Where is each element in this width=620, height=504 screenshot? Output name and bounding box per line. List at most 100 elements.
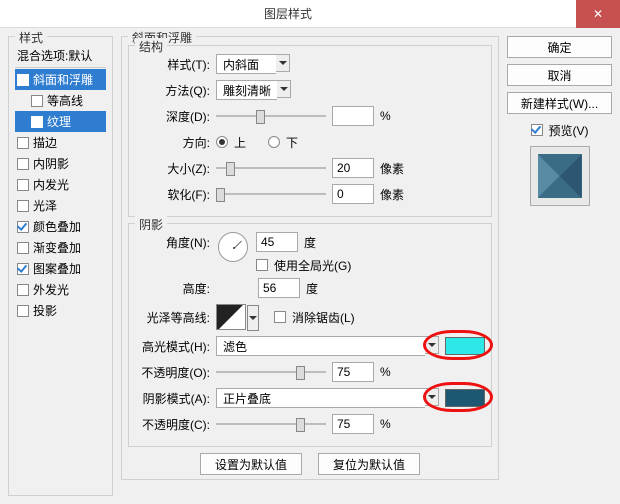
angle-unit: 度: [304, 234, 316, 251]
style-checkbox[interactable]: [17, 284, 29, 296]
new-style-button[interactable]: 新建样式(W)...: [507, 92, 612, 114]
direction-down-label: 下: [286, 134, 298, 151]
direction-row: 方向: 上 下: [135, 132, 485, 152]
global-light-label: 使用全局光(G): [274, 257, 351, 274]
chevron-down-icon: [425, 388, 439, 406]
size-input[interactable]: [332, 158, 374, 178]
style-select[interactable]: 内斜面: [216, 54, 290, 74]
soften-slider[interactable]: [216, 186, 326, 202]
style-item-2[interactable]: 纹理: [15, 111, 106, 132]
highlight-opacity-input[interactable]: [332, 362, 374, 382]
technique-select[interactable]: 雕刻清晰: [216, 80, 291, 100]
technique-label: 方法(Q):: [135, 82, 210, 99]
close-button[interactable]: ✕: [576, 0, 620, 28]
soften-input[interactable]: [332, 184, 374, 204]
style-checkbox[interactable]: [17, 179, 29, 191]
style-checkbox[interactable]: [17, 263, 29, 275]
preview-thumbnail: [538, 154, 582, 198]
style-value: 内斜面: [216, 54, 276, 74]
altitude-input[interactable]: [258, 278, 300, 298]
style-checkbox[interactable]: [17, 305, 29, 317]
gloss-contour-picker[interactable]: [216, 304, 246, 330]
style-checkbox[interactable]: [17, 200, 29, 212]
angle-label: 角度(N):: [135, 232, 210, 251]
style-item-7[interactable]: 颜色叠加: [15, 216, 106, 237]
technique-row: 方法(Q): 雕刻清晰: [135, 80, 485, 100]
shadow-color-swatch[interactable]: [445, 389, 485, 407]
depth-slider[interactable]: [216, 108, 326, 124]
pct-unit: %: [380, 365, 391, 379]
shading-legend: 阴影: [135, 216, 167, 233]
style-item-8[interactable]: 渐变叠加: [15, 237, 106, 258]
shadow-mode-row: 阴影模式(A): 正片叠底: [135, 388, 485, 408]
highlight-mode-select[interactable]: 滤色: [216, 336, 439, 356]
style-item-0[interactable]: 斜面和浮雕: [15, 69, 106, 90]
direction-up-radio[interactable]: [216, 136, 228, 148]
style-item-1[interactable]: 等高线: [15, 90, 106, 111]
style-checkbox[interactable]: [17, 74, 29, 86]
soften-row: 软化(F): 像素: [135, 184, 485, 204]
style-item-label: 内阴影: [33, 155, 69, 172]
chevron-down-icon: [425, 336, 439, 354]
angle-input[interactable]: [256, 232, 298, 252]
size-label: 大小(Z):: [135, 160, 210, 177]
depth-input[interactable]: [332, 106, 374, 126]
style-item-10[interactable]: 外发光: [15, 279, 106, 300]
style-checkbox[interactable]: [31, 95, 43, 107]
direction-up-label: 上: [234, 134, 246, 151]
reset-default-button[interactable]: 复位为默认值: [318, 453, 420, 475]
altitude-row: 高度: 度: [135, 278, 485, 298]
style-item-9[interactable]: 图案叠加: [15, 258, 106, 279]
style-item-label: 投影: [33, 302, 57, 319]
style-item-label: 外发光: [33, 281, 69, 298]
style-list: 混合选项:默认 斜面和浮雕等高线纹理描边内阴影内发光光泽颜色叠加渐变叠加图案叠加…: [15, 45, 106, 321]
style-item-label: 光泽: [33, 197, 57, 214]
style-item-6[interactable]: 光泽: [15, 195, 106, 216]
shadow-opacity-input[interactable]: [332, 414, 374, 434]
styles-legend: 样式: [15, 29, 47, 46]
direction-label: 方向:: [135, 134, 210, 151]
styles-groupbox: 样式 混合选项:默认 斜面和浮雕等高线纹理描边内阴影内发光光泽颜色叠加渐变叠加图…: [8, 36, 113, 496]
blend-options-item[interactable]: 混合选项:默认: [15, 45, 106, 68]
size-slider[interactable]: [216, 160, 326, 176]
highlight-mode-value: 滤色: [216, 336, 425, 356]
chevron-down-icon: [277, 80, 291, 98]
ok-button[interactable]: 确定: [507, 36, 612, 58]
shading-groupbox: 阴影 角度(N): 度 使用全局光(G): [128, 223, 492, 447]
shadow-mode-select[interactable]: 正片叠底: [216, 388, 439, 408]
angle-dial[interactable]: [218, 232, 248, 262]
direction-down-radio[interactable]: [268, 136, 280, 148]
style-checkbox[interactable]: [17, 221, 29, 233]
style-checkbox[interactable]: [17, 242, 29, 254]
make-default-button[interactable]: 设置为默认值: [200, 453, 302, 475]
preview-box: [530, 146, 590, 206]
chevron-down-icon: [276, 54, 290, 72]
altitude-unit: 度: [306, 280, 318, 297]
shadow-opacity-label: 不透明度(C):: [135, 416, 210, 433]
global-light-checkbox[interactable]: [256, 259, 268, 271]
highlight-opacity-slider[interactable]: [216, 364, 326, 380]
cancel-button[interactable]: 取消: [507, 64, 612, 86]
gloss-contour-row: 光泽等高线: 消除锯齿(L): [135, 304, 485, 330]
style-item-11[interactable]: 投影: [15, 300, 106, 321]
settings-panel: 斜面和浮雕 结构 样式(T): 内斜面 方法(Q): 雕刻清晰 深度(D):: [121, 36, 499, 496]
style-checkbox[interactable]: [17, 158, 29, 170]
antialias-checkbox[interactable]: [274, 311, 286, 323]
shadow-opacity-slider[interactable]: [216, 416, 326, 432]
close-icon: ✕: [593, 7, 603, 21]
style-checkbox[interactable]: [31, 116, 43, 128]
style-item-label: 颜色叠加: [33, 218, 81, 235]
highlight-mode-label: 高光模式(H):: [135, 338, 210, 355]
style-checkbox[interactable]: [17, 137, 29, 149]
style-label: 样式(T):: [135, 56, 210, 73]
highlight-color-swatch[interactable]: [445, 337, 485, 355]
style-item-4[interactable]: 内阴影: [15, 153, 106, 174]
dialog-content: 样式 混合选项:默认 斜面和浮雕等高线纹理描边内阴影内发光光泽颜色叠加渐变叠加图…: [0, 28, 620, 504]
shadow-mode-label: 阴影模式(A):: [135, 390, 210, 407]
structure-groupbox: 结构 样式(T): 内斜面 方法(Q): 雕刻清晰 深度(D):: [128, 45, 492, 217]
preview-checkbox[interactable]: [531, 124, 543, 136]
title-bar: 图层样式 ✕: [0, 0, 620, 28]
style-item-5[interactable]: 内发光: [15, 174, 106, 195]
default-buttons-row: 设置为默认值 复位为默认值: [128, 453, 492, 475]
style-item-3[interactable]: 描边: [15, 132, 106, 153]
